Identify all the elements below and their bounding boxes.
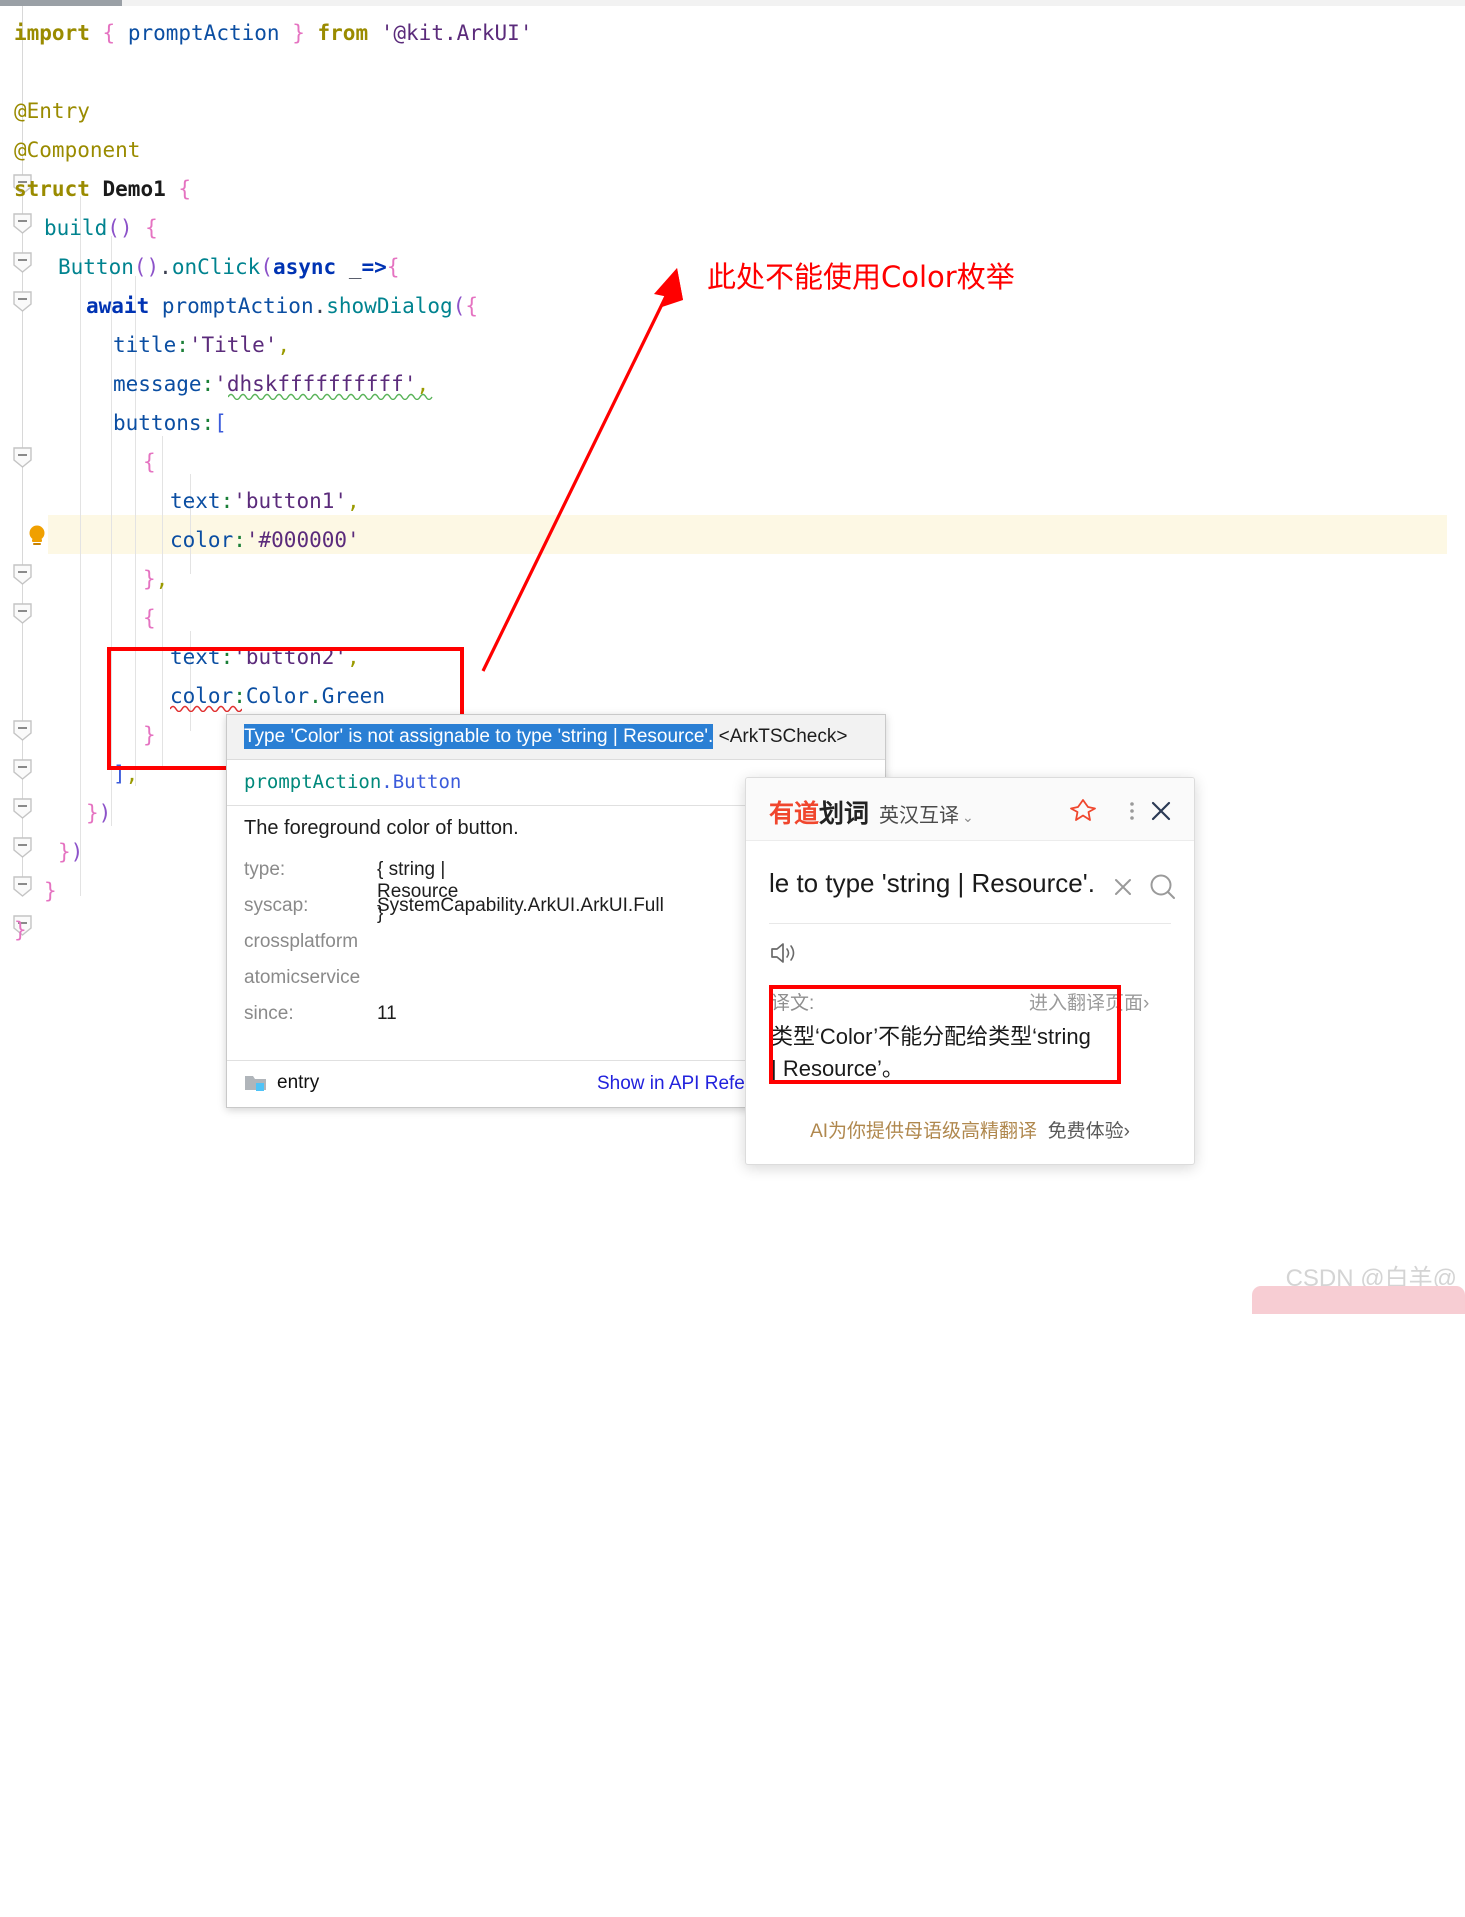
row-key: atomicservice	[244, 967, 361, 988]
error-message-text: Type 'Color' is not assignable to type '…	[244, 724, 714, 749]
code-line[interactable]: @Component	[14, 131, 140, 170]
logo-black-text: 划词	[819, 800, 870, 828]
code-line[interactable]: {	[143, 443, 156, 482]
code-line[interactable]: })	[86, 794, 111, 833]
row-key: syscap:	[244, 895, 309, 916]
code-line[interactable]: color:'#000000'	[170, 521, 360, 560]
youdao-divider	[769, 923, 1171, 924]
query-text: le to type 'string | Resource'.	[769, 868, 1095, 898]
language-mode-label: 英汉互译	[879, 805, 959, 827]
code-line[interactable]: await promptAction.showDialog({	[86, 287, 478, 326]
tooltip-header: Type 'Color' is not assignable to type '…	[227, 715, 885, 760]
pin-icon[interactable]	[1068, 796, 1098, 831]
row-value: SystemCapability.ArkUI.ArkUI.Full	[377, 895, 664, 916]
chevron-right-icon: ›	[1123, 1121, 1130, 1142]
speaker-icon[interactable]	[769, 940, 799, 971]
chevron-right-icon: ›	[1143, 993, 1150, 1014]
row-key: crossplatform	[244, 931, 359, 952]
code-line[interactable]: @Entry	[14, 92, 90, 131]
annotation-text: 此处不能使用Color枚举	[707, 260, 1015, 294]
tooltip-signature: promptAction.Button	[244, 771, 461, 793]
code-line[interactable]: struct Demo1 {	[14, 170, 191, 209]
code-line[interactable]: import { promptAction } from '@kit.ArkUI…	[14, 14, 532, 53]
tooltip-header-text: Type 'Color' is not assignable to type '…	[244, 724, 848, 749]
tooltip-description: The foreground color of button.	[244, 817, 519, 839]
signature-dot: .	[381, 771, 393, 793]
youdao-promo[interactable]: AI为你提供母语级高精翻译 免费体验›	[746, 1116, 1194, 1143]
youdao-header: 有道划词 英汉互译 ⌄	[746, 778, 1194, 841]
code-line[interactable]: build() {	[44, 209, 158, 248]
row-key: since:	[244, 1003, 294, 1024]
code-line[interactable]: }	[44, 872, 57, 911]
code-line[interactable]: buttons:[	[113, 404, 227, 443]
code-line[interactable]: }	[14, 911, 27, 950]
chevron-down-icon: ⌄	[962, 809, 974, 825]
module-name: entry	[277, 1072, 320, 1093]
youdao-logo: 有道划词	[769, 794, 869, 830]
search-icon[interactable]	[1146, 870, 1180, 909]
code-line[interactable]: title:'Title',	[113, 326, 290, 365]
promo-cta[interactable]: 免费体验	[1048, 1121, 1124, 1142]
promo-text: AI为你提供母语级高精翻译	[810, 1121, 1038, 1142]
translation-highlight-box	[769, 985, 1121, 1084]
code-line[interactable]: },	[143, 560, 168, 599]
row-value: 11	[377, 1003, 397, 1024]
bottom-pink-bar	[1252, 1286, 1465, 1314]
language-mode-selector[interactable]: 英汉互译 ⌄	[879, 799, 974, 828]
signature-namespace: promptAction	[244, 771, 382, 793]
show-in-api-reference-link[interactable]: Show in API Refe	[597, 1073, 745, 1095]
code-line[interactable]: text:'button1',	[170, 482, 360, 521]
code-line[interactable]: })	[58, 833, 83, 872]
close-icon[interactable]	[1146, 796, 1176, 831]
row-key: type:	[244, 859, 286, 880]
signature-member: Button	[392, 771, 462, 793]
code-line[interactable]: {	[143, 599, 156, 638]
clear-icon[interactable]	[1108, 872, 1138, 907]
more-vertical-icon[interactable]	[1124, 796, 1140, 831]
code-line[interactable]: Button().onClick(async _=>{	[58, 248, 399, 287]
typo-squiggle	[228, 393, 433, 400]
logo-red-text: 有道	[769, 800, 820, 828]
module-folder-icon	[245, 1076, 266, 1091]
inspection-tag: <ArkTSCheck>	[718, 726, 848, 747]
youdao-translation-popup[interactable]: 有道划词 英汉互译 ⌄ le to type 'string | Resource…	[745, 777, 1195, 1165]
